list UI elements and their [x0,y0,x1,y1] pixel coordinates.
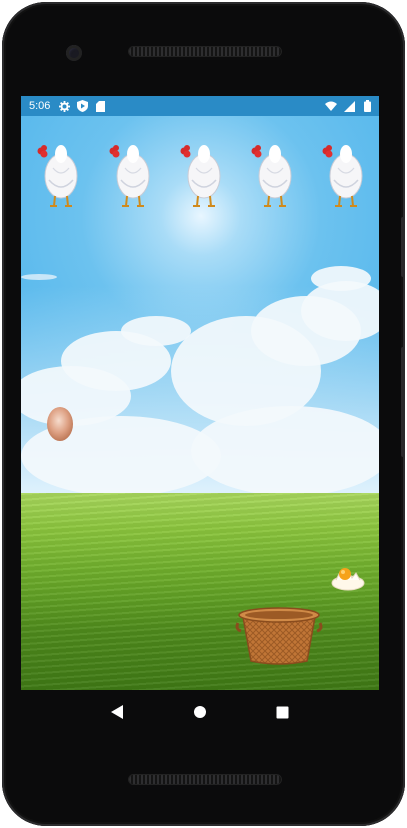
hen-icon [37,145,78,207]
navigation-bar [21,690,379,734]
hen-icon [251,145,292,207]
back-icon[interactable] [108,703,126,721]
volume-button [401,347,405,457]
broken-egg-icon [331,568,365,591]
cellular-signal-icon [343,100,355,112]
power-button [401,217,405,277]
top-speaker [129,47,281,56]
wifi-icon [325,100,337,112]
front-camera [66,45,82,61]
hen-icon [180,145,221,207]
play-protect-icon [76,100,88,112]
recents-icon[interactable] [274,703,292,721]
sd-card-icon [94,100,106,112]
status-bar: 5:06 [21,96,379,116]
egg-icon [47,407,73,441]
basket-icon[interactable] [235,603,323,667]
home-icon[interactable] [191,703,209,721]
settings-icon [58,100,70,112]
game-area[interactable] [21,116,379,690]
battery-icon [361,100,373,112]
status-time: 5:06 [29,100,51,112]
hen-icon [109,145,150,207]
device-screen: 5:06 [21,96,379,690]
hen-icon [322,145,363,207]
bottom-speaker [129,775,281,784]
grass-texture [21,493,379,690]
